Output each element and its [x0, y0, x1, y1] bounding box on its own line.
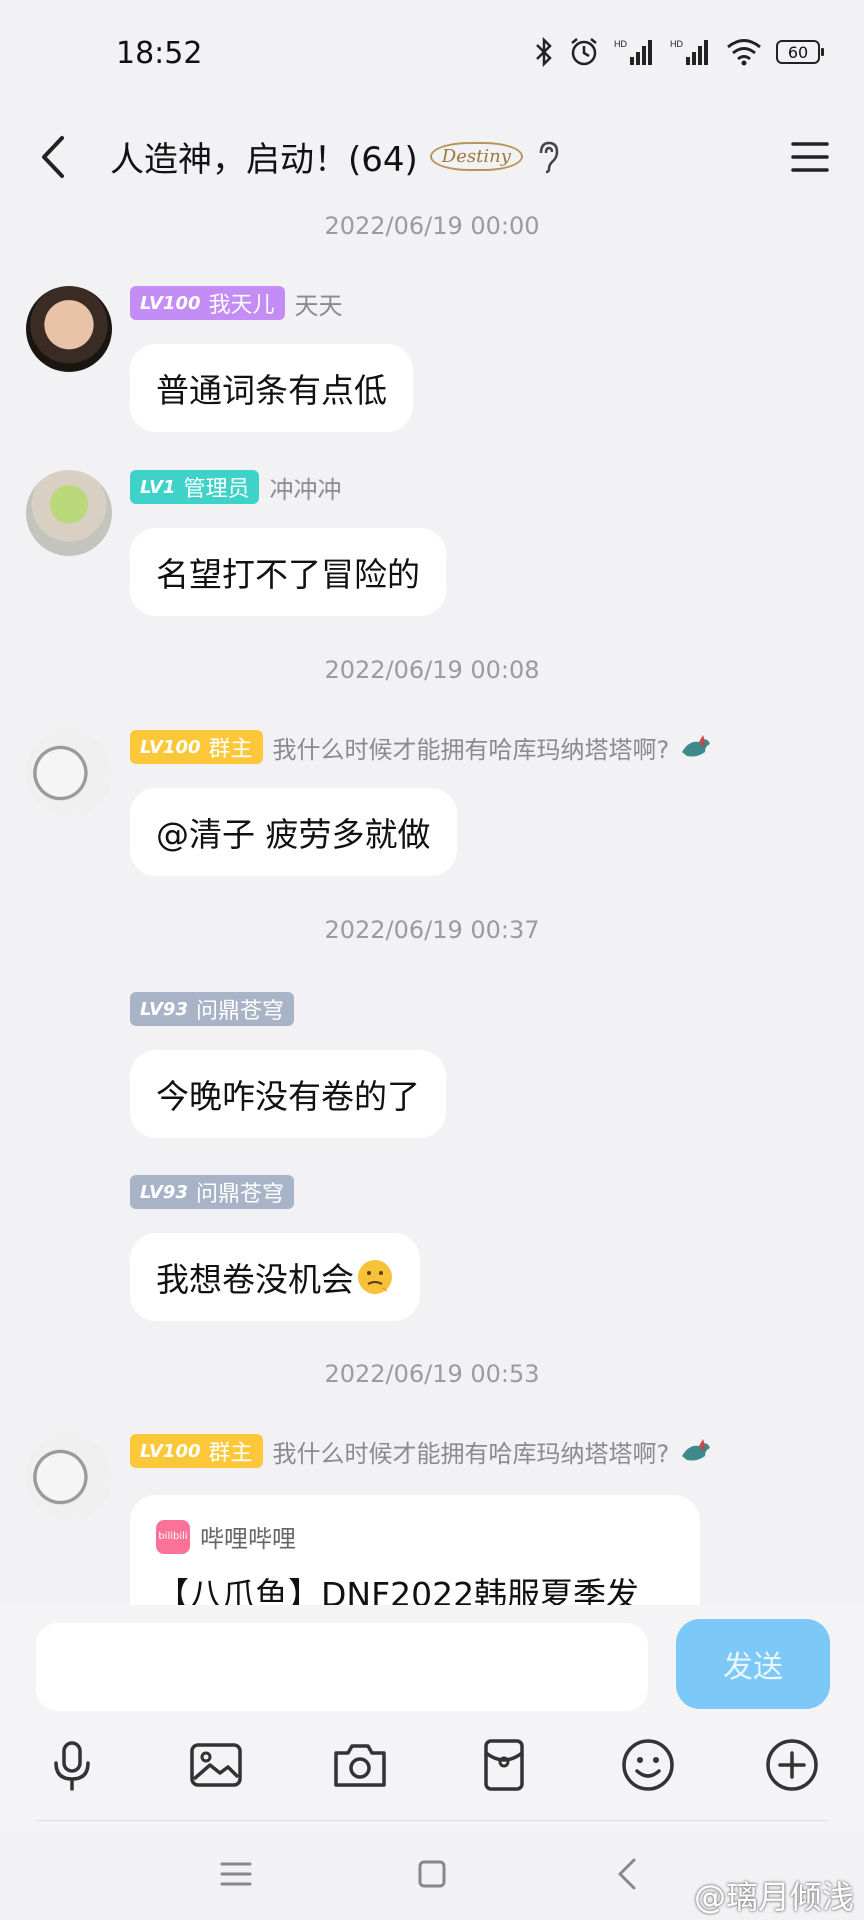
card-source: bilibili 哔哩哔哩	[156, 1519, 674, 1554]
svg-text:HD: HD	[614, 39, 627, 49]
message-meta: LV100 群主 我什么时候才能拥有哈库玛纳塔塔啊?	[130, 730, 713, 764]
avatar[interactable]	[26, 470, 112, 556]
level-text: LV93	[140, 998, 188, 1020]
wifi-icon	[727, 39, 761, 66]
level-text: LV100	[140, 736, 201, 758]
battery-level: 60	[787, 42, 809, 62]
back-arrow-icon[interactable]	[32, 132, 76, 182]
signal-icon-2: HD	[670, 39, 708, 65]
watermark: @璃月倾浅	[693, 1878, 854, 1916]
status-bar: 18:52 HD HD 60	[0, 0, 864, 110]
member-title: 我天儿	[208, 293, 275, 318]
status-time: 18:52	[116, 36, 203, 71]
menu-icon[interactable]	[790, 140, 830, 174]
sender-name: 我什么时候才能拥有哈库玛纳塔塔啊?	[272, 1439, 670, 1468]
message-bubble[interactable]: 今晚咋没有卷的了	[130, 1050, 446, 1138]
input-toolbar	[0, 1735, 864, 1805]
sender-name: 天天	[294, 291, 343, 320]
mic-icon[interactable]	[42, 1735, 102, 1795]
plus-icon[interactable]	[762, 1735, 822, 1795]
emoji-icon	[358, 1260, 392, 1294]
level-badge: LV93 问鼎苍穹	[130, 1175, 294, 1209]
divider	[36, 1820, 828, 1821]
home-icon[interactable]	[412, 1854, 452, 1894]
signal-icon: HD	[614, 39, 652, 65]
message-meta: LV93 问鼎苍穹	[130, 992, 294, 1026]
member-title: 问鼎苍穹	[195, 999, 284, 1024]
timestamp: 2022/06/19 00:00	[324, 212, 540, 240]
message-meta: LV93 问鼎苍穹	[130, 1175, 294, 1209]
level-text: LV100	[140, 292, 201, 314]
sender-name: 我什么时候才能拥有哈库玛纳塔塔啊?	[272, 735, 670, 764]
member-title: 群主	[208, 1441, 253, 1466]
group-title: 人造神，启动！(64)	[110, 140, 418, 180]
message-bubble[interactable]: 名望打不了冒险的	[130, 528, 446, 616]
timestamp: 2022/06/19 00:08	[324, 656, 540, 684]
message-bubble[interactable]: @清子 疲劳多就做	[130, 788, 457, 876]
message-bubble[interactable]: 我想卷没机会	[130, 1233, 420, 1321]
message-meta: LV100 我天儿 天天	[130, 286, 343, 320]
member-title: 群主	[208, 737, 253, 762]
send-button[interactable]: 发送	[676, 1619, 830, 1709]
status-icons: HD HD 60	[534, 36, 824, 68]
level-badge: LV1 管理员	[130, 470, 260, 504]
level-badge: LV93 问鼎苍穹	[130, 992, 294, 1026]
message-bubble[interactable]: 普通词条有点低	[130, 344, 413, 432]
member-title: 问鼎苍穹	[195, 1182, 284, 1207]
svg-text:HD: HD	[670, 39, 683, 49]
timestamp: 2022/06/19 00:37	[324, 916, 540, 944]
back-nav-icon[interactable]	[608, 1854, 648, 1894]
bluetooth-icon	[536, 36, 552, 68]
message-meta: LV100 群主 我什么时候才能拥有哈库玛纳塔塔啊?	[130, 1434, 713, 1468]
ear-icon[interactable]	[535, 139, 563, 175]
card-source-name: 哔哩哔哩	[200, 1525, 296, 1553]
recents-menu-icon[interactable]	[216, 1854, 256, 1894]
avatar[interactable]	[26, 730, 112, 816]
level-text: LV1	[140, 476, 176, 498]
red-packet-icon[interactable]	[474, 1735, 534, 1795]
member-title: 管理员	[183, 477, 250, 502]
sender-name: 冲冲冲	[269, 475, 342, 504]
avatar[interactable]	[26, 1434, 112, 1520]
input-area: 发送	[0, 1605, 864, 1830]
avatar[interactable]	[26, 286, 112, 372]
message-text: 我想卷没机会	[156, 1260, 354, 1299]
message-meta: LV1 管理员 冲冲冲	[130, 470, 341, 504]
title-bar: 人造神，启动！(64) Destiny	[0, 110, 864, 210]
alarm-icon	[571, 38, 597, 66]
level-badge: LV100 群主	[130, 730, 263, 764]
level-badge: LV100 我天儿	[130, 286, 285, 320]
image-icon[interactable]	[186, 1735, 246, 1795]
level-text: LV93	[140, 1181, 188, 1203]
message-input[interactable]	[36, 1623, 648, 1711]
share-card[interactable]: bilibili 哔哩哔哩 【八爪鱼】DNF2022韩服夏季发	[130, 1495, 700, 1605]
destiny-badge: Destiny	[429, 142, 523, 171]
chat-messages[interactable]: 2022/06/19 00:00 LV100 我天儿 天天 普通词条有点低 LV…	[0, 200, 864, 1605]
card-title: 【八爪鱼】DNF2022韩服夏季发	[156, 1575, 640, 1605]
timestamp: 2022/06/19 00:53	[324, 1360, 540, 1388]
camera-icon[interactable]	[330, 1735, 390, 1795]
dragon-icon	[682, 735, 711, 757]
emoji-icon[interactable]	[618, 1735, 678, 1795]
level-text: LV100	[140, 1440, 201, 1462]
group-title-wrap: 人造神，启动！(64) Destiny	[110, 132, 563, 181]
bilibili-logo: bilibili	[156, 1519, 190, 1554]
level-badge: LV100 群主	[130, 1434, 263, 1468]
dragon-icon	[682, 1439, 711, 1461]
battery-icon: 60	[776, 40, 824, 64]
